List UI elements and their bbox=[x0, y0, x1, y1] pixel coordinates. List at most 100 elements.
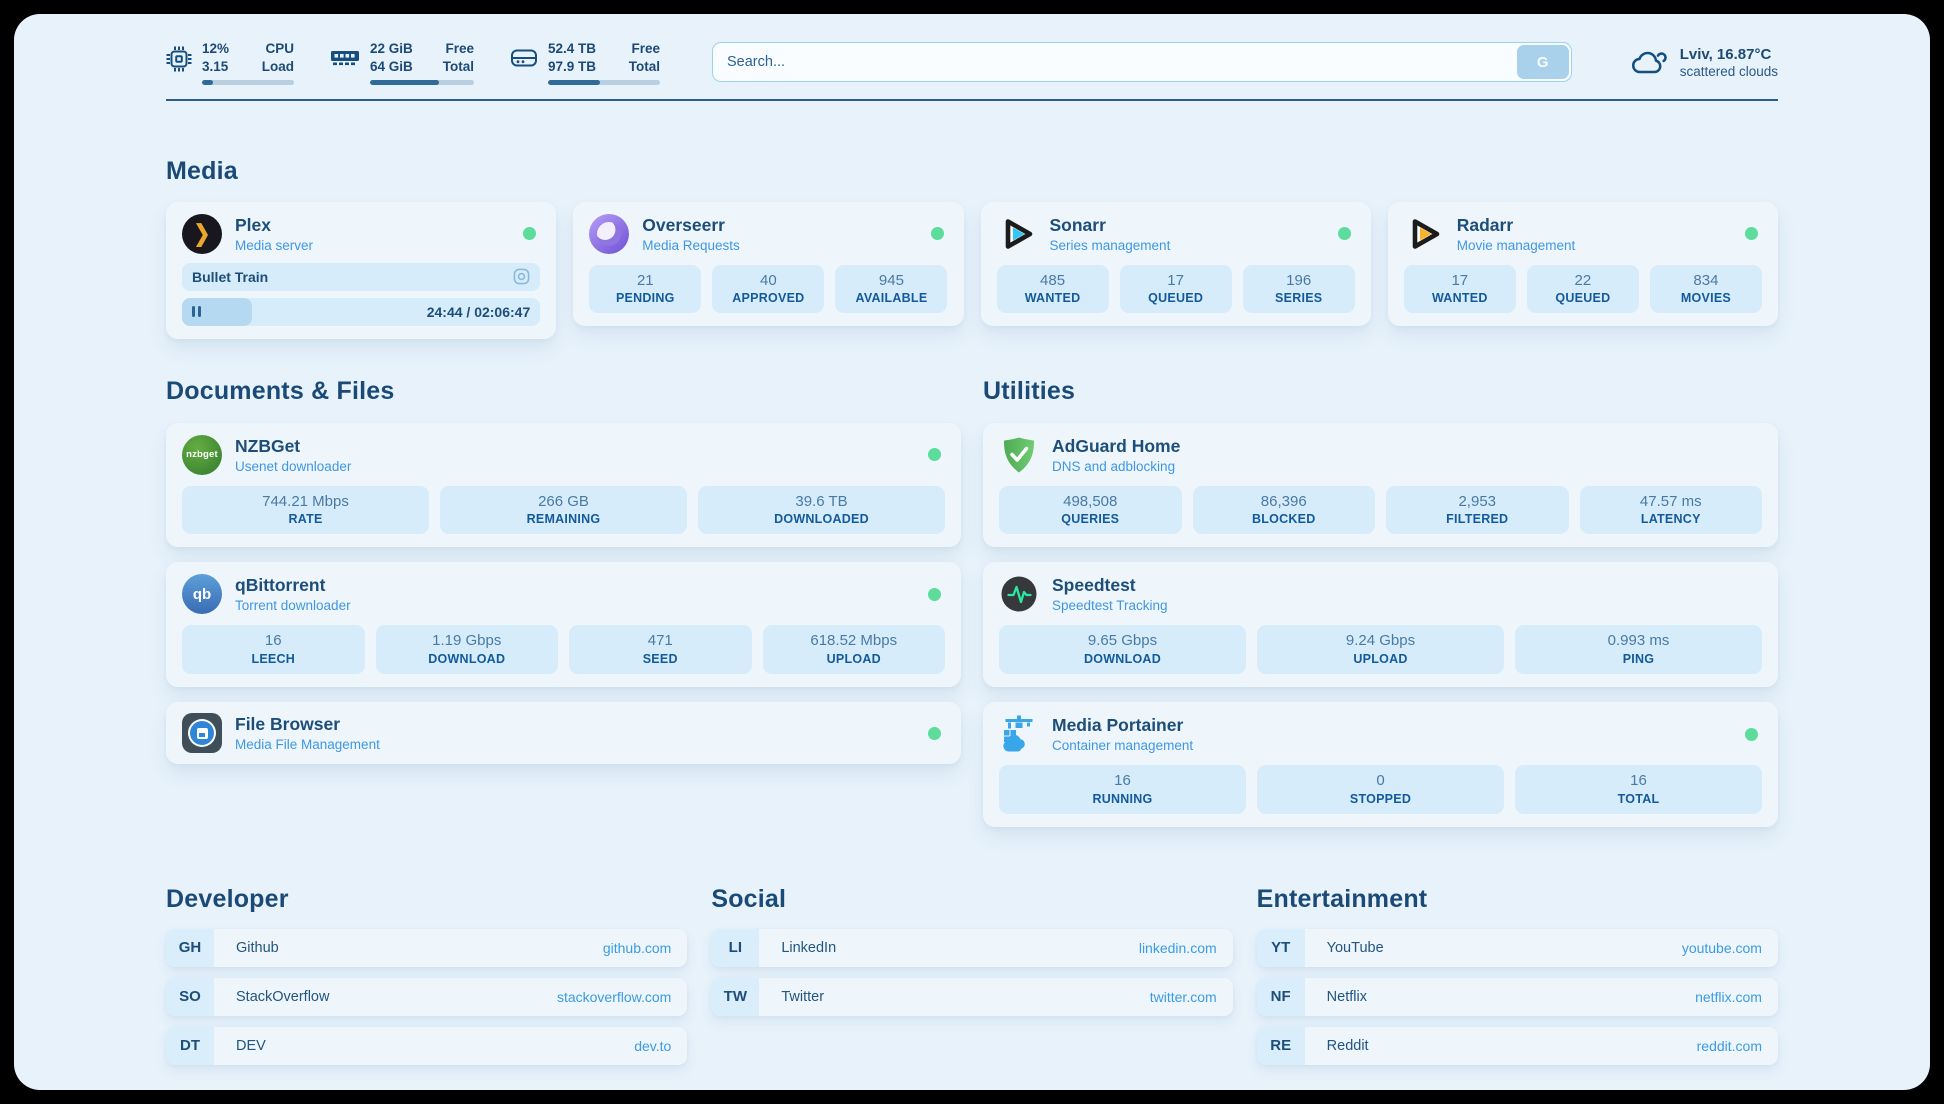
stat-chip: 945AVAILABLE bbox=[835, 265, 947, 314]
stat-chip: 0STOPPED bbox=[1257, 765, 1504, 814]
service-card-sonarr[interactable]: Sonarr Series management 485WANTED 17QUE… bbox=[981, 202, 1371, 327]
cast-icon[interactable] bbox=[513, 268, 530, 285]
status-dot bbox=[931, 227, 944, 240]
cpu-label: CPU bbox=[265, 40, 294, 58]
stat-chip: 16RUNNING bbox=[999, 765, 1246, 814]
section-title-social: Social bbox=[711, 885, 1232, 914]
service-card-radarr[interactable]: Radarr Movie management 17WANTED 22QUEUE… bbox=[1388, 202, 1778, 327]
service-subtitle: Media File Management bbox=[235, 737, 380, 752]
stat-chip: 834MOVIES bbox=[1650, 265, 1762, 314]
stat-chip: 2,953FILTERED bbox=[1386, 486, 1569, 535]
service-card-adguard[interactable]: AdGuard Home DNS and adblocking 498,508Q… bbox=[983, 423, 1778, 548]
bookmark-name: Github bbox=[236, 940, 279, 956]
status-dot bbox=[1745, 728, 1758, 741]
search-provider-button[interactable]: G bbox=[1517, 45, 1569, 79]
top-bar: 12%CPU 3.15Load 22 GiBFree 64 GiBTotal bbox=[166, 40, 1778, 85]
stat-chip: 17WANTED bbox=[1404, 265, 1516, 314]
service-name: Sonarr bbox=[1050, 215, 1171, 236]
bookmark-name: Twitter bbox=[781, 989, 824, 1005]
service-subtitle: Container management bbox=[1052, 738, 1193, 753]
cpu-icon bbox=[166, 46, 192, 77]
stat-chip: 498,508QUERIES bbox=[999, 486, 1182, 535]
now-playing-row: Bullet Train bbox=[182, 263, 540, 291]
cpu-load-label: Load bbox=[262, 58, 294, 76]
bookmark-abbr: RE bbox=[1257, 1027, 1305, 1065]
weather-location-temp: Lviv, 16.87°C bbox=[1680, 46, 1778, 63]
now-playing-title: Bullet Train bbox=[192, 269, 268, 285]
service-name: Overseerr bbox=[642, 215, 740, 236]
section-title-entertainment: Entertainment bbox=[1257, 885, 1778, 914]
status-dot bbox=[523, 227, 536, 240]
disk-total-value: 97.9 TB bbox=[548, 58, 596, 76]
bookmark-linkedin[interactable]: LI LinkedIn linkedin.com bbox=[711, 929, 1232, 967]
bookmark-url: netflix.com bbox=[1695, 989, 1762, 1005]
playback-time: 24:44 / 02:06:47 bbox=[427, 304, 531, 320]
service-subtitle: Speedtest Tracking bbox=[1052, 598, 1168, 613]
bookmark-stackoverflow[interactable]: SO StackOverflow stackoverflow.com bbox=[166, 978, 687, 1016]
bookmark-url: stackoverflow.com bbox=[557, 989, 671, 1005]
service-card-qbittorrent[interactable]: qb qBittorrent Torrent downloader 16LEEC… bbox=[166, 562, 961, 687]
bookmark-abbr: DT bbox=[166, 1027, 214, 1065]
stat-chip: 9.65 GbpsDOWNLOAD bbox=[999, 625, 1246, 674]
stat-chip: 485WANTED bbox=[997, 265, 1109, 314]
service-card-filebrowser[interactable]: File Browser Media File Management bbox=[166, 702, 961, 764]
bookmark-url: youtube.com bbox=[1682, 940, 1762, 956]
service-name: qBittorrent bbox=[235, 575, 351, 596]
service-name: NZBGet bbox=[235, 436, 351, 457]
status-dot bbox=[1745, 227, 1758, 240]
nzbget-icon: nzbget bbox=[182, 435, 222, 475]
stat-chip: 471SEED bbox=[569, 625, 752, 674]
service-subtitle: Series management bbox=[1050, 238, 1171, 253]
cpu-progress-bar bbox=[202, 80, 294, 85]
status-dot bbox=[928, 727, 941, 740]
bookmark-abbr: SO bbox=[166, 978, 214, 1016]
stat-chip: 17QUEUED bbox=[1120, 265, 1232, 314]
bookmark-dev[interactable]: DT DEV dev.to bbox=[166, 1027, 687, 1065]
bookmark-url: dev.to bbox=[634, 1038, 671, 1054]
stat-chip: 196SERIES bbox=[1243, 265, 1355, 314]
bookmark-abbr: NF bbox=[1257, 978, 1305, 1016]
service-card-overseerr[interactable]: Overseerr Media Requests 21PENDING 40APP… bbox=[573, 202, 963, 327]
ram-stat-widget: 22 GiBFree 64 GiBTotal bbox=[330, 40, 474, 85]
bookmark-youtube[interactable]: YT YouTube youtube.com bbox=[1257, 929, 1778, 967]
bookmark-github[interactable]: GH Github github.com bbox=[166, 929, 687, 967]
bookmark-reddit[interactable]: RE Reddit reddit.com bbox=[1257, 1027, 1778, 1065]
stat-chip: 618.52 MbpsUPLOAD bbox=[763, 625, 946, 674]
plex-icon: ❯ bbox=[182, 214, 222, 254]
service-name: Media Portainer bbox=[1052, 715, 1193, 736]
bookmark-name: Netflix bbox=[1327, 989, 1367, 1005]
search-input[interactable] bbox=[712, 42, 1572, 82]
ram-progress-fill bbox=[370, 80, 439, 85]
filebrowser-icon bbox=[182, 713, 222, 753]
service-card-speedtest[interactable]: Speedtest Speedtest Tracking 9.65 GbpsDO… bbox=[983, 562, 1778, 687]
cpu-progress-fill bbox=[202, 80, 213, 85]
stat-chip: 0.993 msPING bbox=[1515, 625, 1762, 674]
cpu-usage-value: 12% bbox=[202, 40, 229, 58]
cpu-stat-widget: 12%CPU 3.15Load bbox=[166, 40, 294, 85]
service-subtitle: Usenet downloader bbox=[235, 459, 351, 474]
dashboard-page: 12%CPU 3.15Load 22 GiBFree 64 GiBTotal bbox=[14, 14, 1930, 1090]
bookmark-twitter[interactable]: TW Twitter twitter.com bbox=[711, 978, 1232, 1016]
bookmark-name: YouTube bbox=[1327, 940, 1384, 956]
bookmark-name: Reddit bbox=[1327, 1038, 1369, 1054]
stat-chip: 22QUEUED bbox=[1527, 265, 1639, 314]
service-subtitle: Movie management bbox=[1457, 238, 1576, 253]
service-subtitle: Media server bbox=[235, 238, 313, 253]
ram-total-value: 64 GiB bbox=[370, 58, 413, 76]
disk-icon bbox=[510, 46, 538, 75]
pause-icon[interactable] bbox=[192, 306, 201, 317]
bookmark-url: github.com bbox=[603, 940, 671, 956]
header-divider bbox=[166, 99, 1778, 101]
service-name: Speedtest bbox=[1052, 575, 1168, 596]
bookmark-netflix[interactable]: NF Netflix netflix.com bbox=[1257, 978, 1778, 1016]
service-card-plex[interactable]: ❯ Plex Media server Bullet Train bbox=[166, 202, 556, 339]
service-card-nzbget[interactable]: nzbget NZBGet Usenet downloader 744.21 M… bbox=[166, 423, 961, 548]
service-card-portainer[interactable]: Media Portainer Container management 16R… bbox=[983, 702, 1778, 827]
service-subtitle: DNS and adblocking bbox=[1052, 459, 1180, 474]
stat-chip: 40APPROVED bbox=[712, 265, 824, 314]
stat-chip: 1.19 GbpsDOWNLOAD bbox=[376, 625, 559, 674]
service-subtitle: Media Requests bbox=[642, 238, 740, 253]
search-box: G bbox=[712, 42, 1572, 82]
section-title-utilities: Utilities bbox=[983, 377, 1778, 406]
section-title-media: Media bbox=[166, 157, 1778, 186]
